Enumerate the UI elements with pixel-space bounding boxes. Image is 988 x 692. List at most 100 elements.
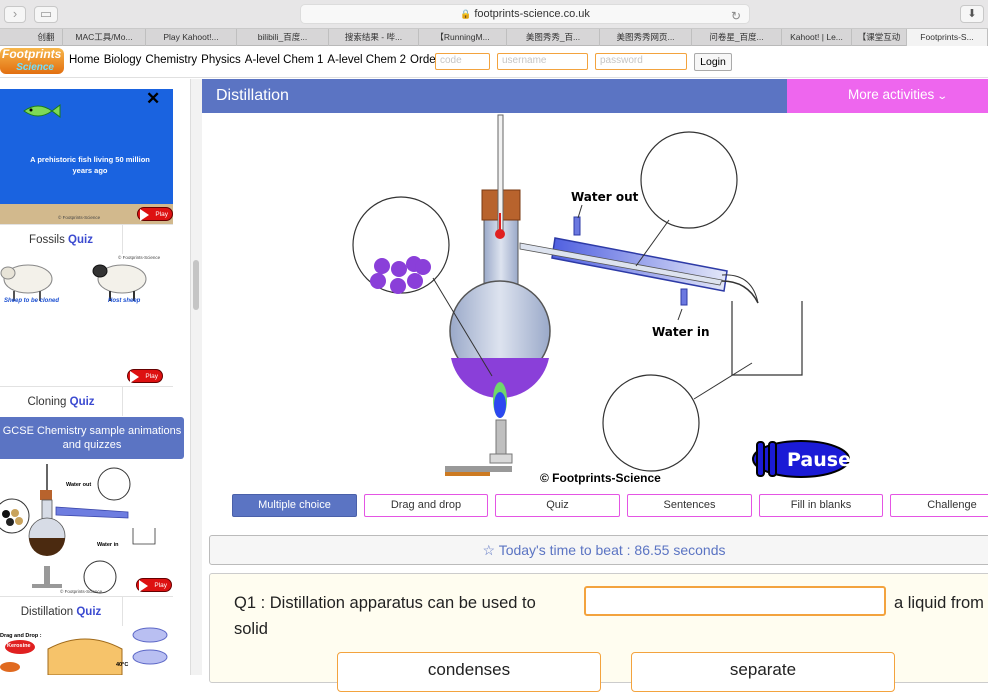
- site-logo[interactable]: Footprints Science: [0, 48, 64, 74]
- pause-button[interactable]: Pause: [751, 440, 851, 478]
- more-activities-label: More activities: [848, 87, 935, 102]
- tab-drag-and-drop[interactable]: Drag and drop: [364, 494, 488, 517]
- question-panel: Q1 : Distillation apparatus can be used …: [209, 573, 988, 692]
- question-prefix: Q1 : Distillation apparatus can be used …: [234, 594, 536, 612]
- tab-sentences[interactable]: Sentences: [627, 494, 752, 517]
- bunsen-burner: [445, 382, 513, 476]
- cloning-quiz-row[interactable]: Cloning Quiz: [0, 386, 173, 416]
- browser-tab[interactable]: 搜索结果 - 哔...: [329, 29, 419, 46]
- browser-tab[interactable]: 美图秀秀网页...: [600, 29, 692, 46]
- fossils-name: Fossils: [29, 234, 65, 246]
- sheep-caption-right: Host sheep: [108, 298, 141, 304]
- question-line-2: solid: [234, 620, 268, 638]
- gcse-chemistry-category-button[interactable]: GCSE Chemistry sample animations and qui…: [0, 417, 184, 459]
- cloning-play-button[interactable]: Play: [127, 369, 163, 383]
- fossil-animation[interactable]: A prehistoric fish living 50 million yea…: [0, 89, 173, 224]
- browser-tab[interactable]: 问卷星_百度...: [692, 29, 782, 46]
- login-button[interactable]: Login: [694, 53, 732, 71]
- water-in-label: Water in: [652, 325, 710, 339]
- distillation-quiz-row[interactable]: Distillation Quiz: [0, 596, 173, 626]
- tab-multiple-choice[interactable]: Multiple choice: [232, 494, 357, 517]
- time-to-beat-text: Today's time to beat : 86.55 seconds: [498, 542, 726, 558]
- thumb-water-out: Water out: [66, 482, 92, 488]
- pause-label: Pause: [787, 449, 851, 471]
- cloning-name: Cloning: [27, 396, 67, 408]
- address-bar[interactable]: 🔒 footprints-science.co.uk ↻: [300, 4, 750, 24]
- nav-alevel-chem-1[interactable]: A-level Chem 1: [243, 54, 326, 66]
- browser-tab[interactable]: bilibili_百度...: [237, 29, 329, 46]
- diagram-copyright: © Footprints-Science: [540, 471, 661, 485]
- distillation-name: Distillation: [20, 606, 74, 618]
- nav-chemistry[interactable]: Chemistry: [143, 54, 199, 66]
- browser-tab[interactable]: Play Kahoot!...: [146, 29, 237, 46]
- drag-drop-text: Drag and Drop :: [0, 633, 42, 639]
- tab-quiz[interactable]: Quiz: [495, 494, 620, 517]
- cloning-quiz-link[interactable]: Cloning Quiz: [0, 387, 123, 416]
- logo-text-bottom: Science: [16, 62, 54, 73]
- browser-toolbar: › ▭ 🔒 footprints-science.co.uk ↻ ⬇: [0, 0, 988, 29]
- chevron-down-icon: ⌄: [936, 91, 949, 102]
- lock-icon: 🔒: [460, 9, 472, 19]
- distillation-diagram[interactable]: Water out Water in © Footprints-Science: [202, 113, 988, 490]
- browser-tab[interactable]: MAC工具/Mo...: [63, 29, 146, 46]
- water-in-arrow: [677, 308, 683, 321]
- time-to-beat-banner: ☆ Today's time to beat : 86.55 seconds: [209, 535, 988, 565]
- username-input[interactable]: username: [497, 53, 588, 70]
- reload-icon[interactable]: ↻: [731, 7, 741, 26]
- fossil-caption: A prehistoric fish living 50 million yea…: [30, 155, 150, 175]
- downloads-button[interactable]: ⬇: [960, 5, 984, 23]
- question-suffix: a liquid from: [894, 594, 984, 612]
- code-input[interactable]: code: [435, 53, 490, 70]
- fossil-play-button[interactable]: Play: [137, 207, 173, 221]
- browser-tab[interactable]: 【课堂互动: [852, 29, 907, 46]
- collecting-beaker: [731, 301, 803, 376]
- answer-blank[interactable]: [584, 586, 886, 616]
- thumb-water-in: Water in: [97, 542, 119, 548]
- distillation-thumb-copyright: © Footprints-Science: [60, 589, 103, 594]
- nav-home[interactable]: Home: [67, 54, 102, 66]
- fossils-quiz-label: Quiz: [68, 234, 93, 246]
- answer-option-separate[interactable]: separate: [631, 652, 895, 692]
- main-content: Distillation More activities ⌄ Water out…: [202, 79, 988, 692]
- distillation-play-button[interactable]: Play: [136, 578, 172, 592]
- fossils-quiz-link[interactable]: Fossils Quiz: [0, 225, 123, 254]
- browser-tab[interactable]: 创翻: [0, 29, 63, 46]
- nav-biology[interactable]: Biology: [102, 54, 144, 66]
- particle-zoom-condenser: [635, 131, 738, 267]
- more-activities-button[interactable]: More activities ⌄: [787, 79, 988, 113]
- answer-option-condenses[interactable]: condenses: [337, 652, 601, 692]
- fossils-quiz-row[interactable]: Fossils Quiz: [0, 224, 173, 254]
- nav-physics[interactable]: Physics: [199, 54, 243, 66]
- kerosine-label: Kerosine: [7, 643, 31, 649]
- sidebar-scroll-thumb[interactable]: [193, 260, 199, 310]
- browser-tab[interactable]: 美图秀秀_百...: [507, 29, 600, 46]
- site-header: Footprints Science Home Biology Chemistr…: [0, 46, 988, 78]
- site-nav: Home Biology Chemistry Physics A-level C…: [67, 54, 441, 66]
- temperature-label: 40°C: [116, 662, 129, 668]
- water-out-arrow: [577, 204, 583, 219]
- sidebar-toggle-button[interactable]: ▭: [34, 6, 58, 23]
- tab-challenge[interactable]: Challenge: [890, 494, 988, 517]
- logo-text-top: Footprints: [2, 48, 62, 61]
- sheep-caption-left: Sheep to be cloned: [4, 298, 60, 304]
- activity-tabs: Multiple choice Drag and drop Quiz Sente…: [232, 494, 988, 519]
- url-text: footprints-science.co.uk: [474, 8, 590, 20]
- browser-tab[interactable]: Kahoot! | Le...: [782, 29, 852, 46]
- water-out-label: Water out: [571, 190, 639, 204]
- nav-alevel-chem-2[interactable]: A-level Chem 2: [325, 54, 408, 66]
- browser-tab[interactable]: 【RunningM...: [419, 29, 507, 46]
- particle-zoom-beaker: [602, 362, 753, 472]
- sidebar-scrollbar[interactable]: [190, 79, 202, 675]
- cloning-copyright: © Footprints-Science: [118, 255, 161, 260]
- cloning-quiz-label: Quiz: [69, 396, 95, 408]
- flask: [449, 114, 551, 399]
- fish-icon: [23, 104, 61, 118]
- distillation-quiz-label: Quiz: [76, 606, 102, 618]
- forward-button[interactable]: ›: [4, 6, 26, 23]
- browser-tab-strip: 创翻 MAC工具/Mo... Play Kahoot!... bilibili_…: [0, 29, 988, 46]
- distillation-quiz-link[interactable]: Distillation Quiz: [0, 597, 123, 626]
- browser-tab-active[interactable]: Footprints-S...: [907, 29, 988, 46]
- tab-fill-in-blanks[interactable]: Fill in blanks: [759, 494, 883, 517]
- password-input[interactable]: password: [595, 53, 687, 70]
- close-icon[interactable]: ✕: [146, 89, 160, 109]
